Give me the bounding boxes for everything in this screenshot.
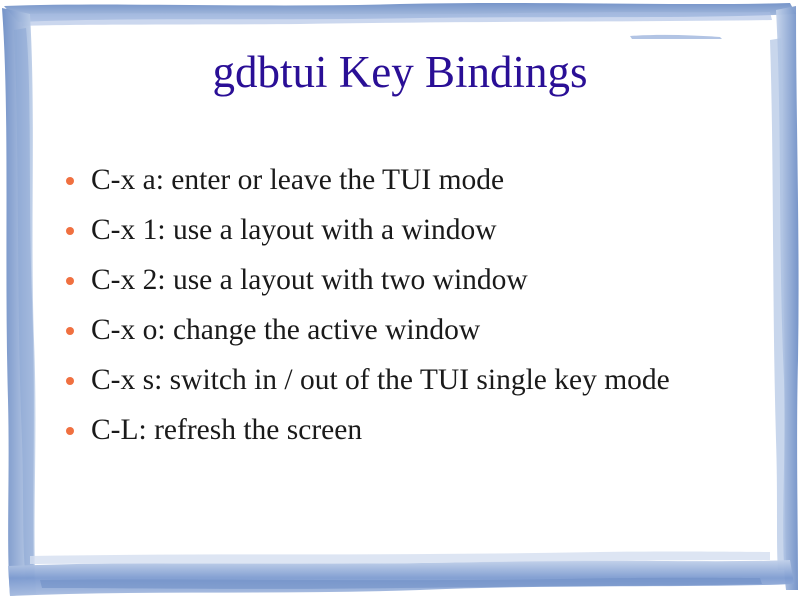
bullet-text: C-x o: change the active window xyxy=(91,313,481,346)
bullet-text: C-L: refresh the screen xyxy=(91,413,363,446)
list-item: C-x a: enter or leave the TUI mode xyxy=(66,155,670,205)
slide: gdbtui Key Bindings C-x a: enter or leav… xyxy=(0,0,800,600)
bullet-list: C-x a: enter or leave the TUI mode C-x 1… xyxy=(66,155,670,455)
bullet-icon xyxy=(66,177,74,185)
list-item: C-x s: switch in / out of the TUI single… xyxy=(66,355,670,405)
bullet-icon xyxy=(66,277,74,285)
bullet-icon xyxy=(66,227,74,235)
slide-title: gdbtui Key Bindings xyxy=(212,47,588,97)
bullet-text: C-x a: enter or leave the TUI mode xyxy=(91,163,505,196)
list-item: C-L: refresh the screen xyxy=(66,405,670,455)
bullet-text: C-x 2: use a layout with two window xyxy=(91,263,528,296)
bullet-text: C-x 1: use a layout with a window xyxy=(91,213,497,246)
list-item: C-x o: change the active window xyxy=(66,305,670,355)
list-item: C-x 1: use a layout with a window xyxy=(66,205,670,255)
bullet-icon xyxy=(66,377,74,385)
list-item: C-x 2: use a layout with two window xyxy=(66,255,670,305)
bullet-icon xyxy=(66,327,74,335)
bullet-text: C-x s: switch in / out of the TUI single… xyxy=(91,363,670,396)
bullet-icon xyxy=(66,427,74,435)
